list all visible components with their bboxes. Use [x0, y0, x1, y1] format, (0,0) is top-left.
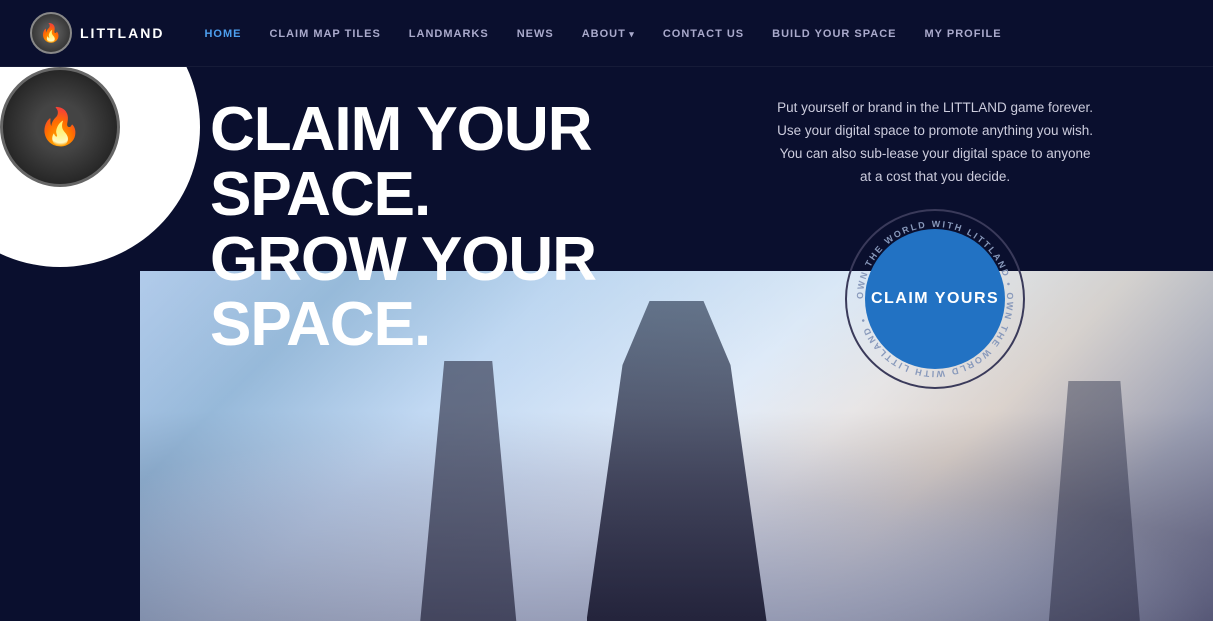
nav-item-about[interactable]: ABOUT: [582, 24, 635, 42]
hero-section: 🔥 CLAIM YOUR SPACE. GROW YOUR SPACE. Put…: [0, 67, 1213, 621]
claim-yours-button[interactable]: CLAIM YOURS: [865, 229, 1005, 369]
hero-left: 🔥 CLAIM YOUR SPACE. GROW YOUR SPACE.: [0, 67, 667, 621]
hero-headline: CLAIM YOUR SPACE. GROW YOUR SPACE.: [210, 97, 627, 357]
nav-link-claim[interactable]: CLAIM MAP TILES: [269, 28, 380, 40]
hero-right: Put yourself or brand in the LITTLAND ga…: [667, 67, 1213, 621]
nav-item-landmarks[interactable]: LANDMARKS: [409, 24, 489, 42]
headline-line1: CLAIM YOUR SPACE.: [210, 97, 627, 227]
nav-item-home[interactable]: HOME: [204, 24, 241, 42]
logo[interactable]: 🔥 LITTLAND: [30, 12, 164, 54]
nav-item-claim[interactable]: CLAIM MAP TILES: [269, 24, 380, 42]
hero-description: Put yourself or brand in the LITTLAND ga…: [775, 97, 1095, 189]
nav-item-profile[interactable]: MY PROFILE: [925, 24, 1002, 42]
navigation: 🔥 LITTLAND HOME CLAIM MAP TILES LANDMARK…: [0, 0, 1213, 67]
headline-line2: GROW YOUR SPACE.: [210, 227, 627, 357]
nav-link-landmarks[interactable]: LANDMARKS: [409, 28, 489, 40]
hero-logo-inner: 🔥: [0, 67, 120, 187]
nav-links: HOME CLAIM MAP TILES LANDMARKS NEWS ABOU…: [204, 24, 1001, 42]
logo-text: LITTLAND: [80, 25, 164, 41]
nav-link-profile[interactable]: MY PROFILE: [925, 28, 1002, 40]
claim-yours-wrapper: OWN THE WORLD WITH LITTLAND • OWN THE WO…: [845, 209, 1025, 389]
nav-link-contact[interactable]: CONTACT US: [663, 28, 744, 40]
nav-link-news[interactable]: NEWS: [517, 28, 554, 40]
flame-icon: 🔥: [40, 23, 62, 44]
nav-link-home[interactable]: HOME: [204, 28, 241, 40]
nav-link-build[interactable]: BUILD YOUR SPACE: [772, 28, 896, 40]
hero-flame-icon: 🔥: [38, 106, 83, 148]
nav-link-about[interactable]: ABOUT: [582, 28, 635, 40]
nav-item-contact[interactable]: CONTACT US: [663, 24, 744, 42]
nav-item-build[interactable]: BUILD YOUR SPACE: [772, 24, 896, 42]
logo-icon: 🔥: [30, 12, 72, 54]
nav-item-news[interactable]: NEWS: [517, 24, 554, 42]
